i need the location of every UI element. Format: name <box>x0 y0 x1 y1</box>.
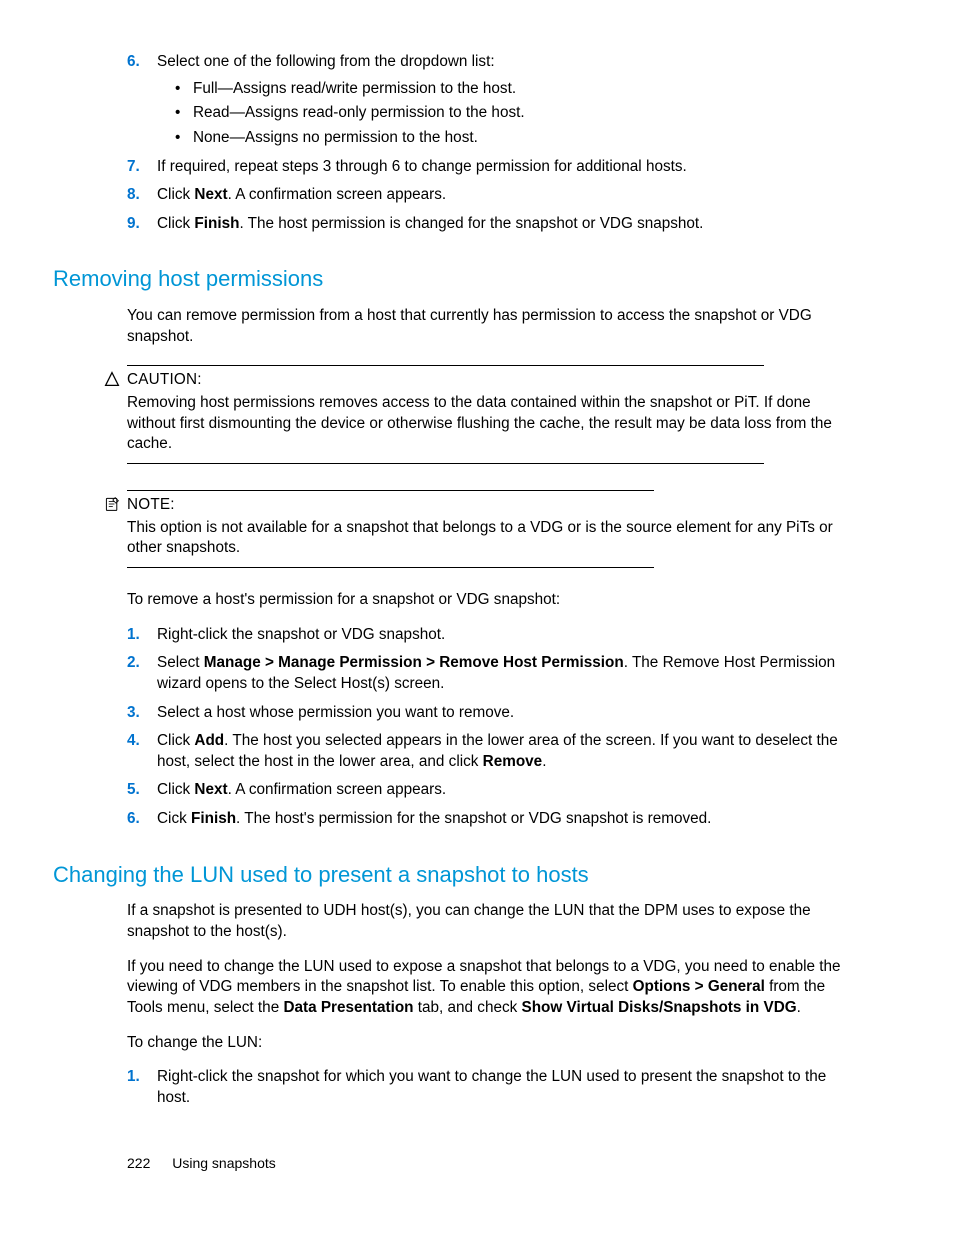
body-paragraph: If a snapshot is presented to UDH host(s… <box>127 901 854 942</box>
caution-icon <box>103 371 121 389</box>
step-item: 1. Right-click the snapshot or VDG snaps… <box>127 625 854 646</box>
page-number: 222 <box>127 1155 150 1171</box>
caution-label: CAUTION: <box>127 370 854 391</box>
step-number: 7. <box>127 157 140 178</box>
bullet-list: Full—Assigns read/write permission to th… <box>175 79 854 149</box>
page-footer: 222 Using snapshots <box>127 1154 276 1173</box>
caution-body: Removing host permissions removes access… <box>127 393 834 455</box>
chapter-title: Using snapshots <box>172 1155 276 1171</box>
step-item: 8. Click Next. A confirmation screen app… <box>127 185 854 206</box>
rule <box>127 567 654 568</box>
step-number: 9. <box>127 214 140 235</box>
step-text: Cick Finish. The host's permission for t… <box>157 810 711 827</box>
note-body: This option is not available for a snaps… <box>127 518 834 559</box>
step-item: 3. Select a host whose permission you wa… <box>127 703 854 724</box>
step-item: 4. Click Add. The host you selected appe… <box>127 731 854 772</box>
rule <box>127 365 764 366</box>
step-text: Click Next. A confirmation screen appear… <box>157 186 446 203</box>
intro-paragraph: You can remove permission from a host th… <box>127 306 854 347</box>
step-item: 6. Cick Finish. The host's permission fo… <box>127 809 854 830</box>
step-item: 9. Click Finish. The host permission is … <box>127 214 854 235</box>
section-heading-removing: Removing host permissions <box>53 264 854 294</box>
step-item: 6. Select one of the following from the … <box>127 52 854 149</box>
step-text: Select a host whose permission you want … <box>157 704 514 721</box>
step-number: 4. <box>127 731 140 752</box>
step-number: 6. <box>127 52 140 73</box>
main-content: 6. Select one of the following from the … <box>127 52 854 1109</box>
document-page: 6. Select one of the following from the … <box>0 0 954 1235</box>
section-heading-lun: Changing the LUN used to present a snaps… <box>53 860 854 890</box>
step-text: If required, repeat steps 3 through 6 to… <box>157 158 687 175</box>
step-list-lun: 1. Right-click the snapshot for which yo… <box>127 1067 854 1108</box>
step-text: Select Manage > Manage Permission > Remo… <box>157 654 835 692</box>
step-text: Right-click the snapshot for which you w… <box>157 1068 826 1106</box>
bullet-item: Full—Assigns read/write permission to th… <box>175 79 854 100</box>
step-number: 6. <box>127 809 140 830</box>
step-item: 7. If required, repeat steps 3 through 6… <box>127 157 854 178</box>
step-text: Select one of the following from the dro… <box>157 53 495 70</box>
bullet-item: None—Assigns no permission to the host. <box>175 128 854 149</box>
lead-paragraph: To remove a host's permission for a snap… <box>127 590 854 611</box>
caution-box: CAUTION: Removing host permissions remov… <box>127 365 854 464</box>
step-text: Right-click the snapshot or VDG snapshot… <box>157 626 445 643</box>
note-label: NOTE: <box>127 495 854 516</box>
step-number: 8. <box>127 185 140 206</box>
step-item: 2. Select Manage > Manage Permission > R… <box>127 653 854 694</box>
note-box: NOTE: This option is not available for a… <box>127 490 854 568</box>
step-item: 1. Right-click the snapshot for which yo… <box>127 1067 854 1108</box>
lead-paragraph: To change the LUN: <box>127 1033 854 1054</box>
step-number: 1. <box>127 1067 140 1088</box>
step-number: 1. <box>127 625 140 646</box>
step-text: Click Finish. The host permission is cha… <box>157 215 703 232</box>
step-text: Click Next. A confirmation screen appear… <box>157 781 446 798</box>
step-number: 3. <box>127 703 140 724</box>
step-number: 2. <box>127 653 140 674</box>
step-list-remove: 1. Right-click the snapshot or VDG snaps… <box>127 625 854 830</box>
bullet-item: Read—Assigns read-only permission to the… <box>175 103 854 124</box>
note-icon <box>103 496 121 514</box>
body-paragraph: If you need to change the LUN used to ex… <box>127 957 854 1019</box>
rule <box>127 463 764 464</box>
step-item: 5. Click Next. A confirmation screen app… <box>127 780 854 801</box>
rule <box>127 490 654 491</box>
step-list-top: 6. Select one of the following from the … <box>127 52 854 234</box>
step-number: 5. <box>127 780 140 801</box>
step-text: Click Add. The host you selected appears… <box>157 732 838 770</box>
